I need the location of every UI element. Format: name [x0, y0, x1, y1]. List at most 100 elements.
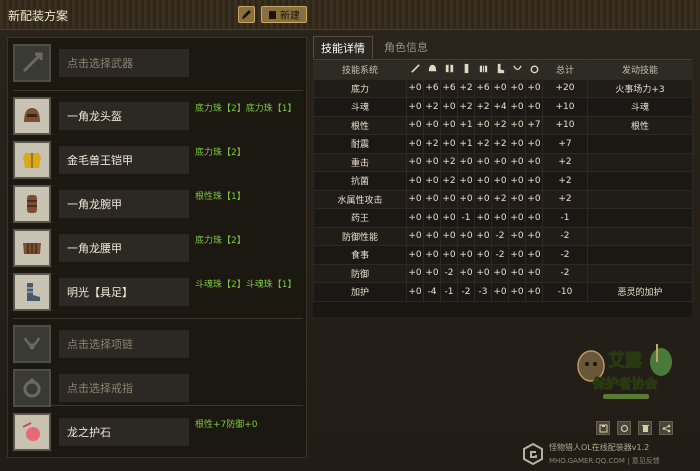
- skill-name-cell: 加护: [313, 282, 407, 302]
- skill-value-cell: +0: [457, 189, 475, 209]
- slot-name[interactable]: 一角龙腕甲: [59, 190, 189, 218]
- skill-table-container: 技能系统 总计 发动技能 底力 +0 +6 +6 +2 +6 +0 +0 +0 +20 火事场力+3 斗魂…: [313, 59, 693, 317]
- skill-value-cell: +0: [491, 208, 509, 228]
- slot-divider: [13, 90, 303, 91]
- slot-name[interactable]: 金毛兽王铠甲: [59, 146, 189, 174]
- save-button[interactable]: [596, 421, 610, 435]
- skill-value-cell: +0: [423, 171, 441, 191]
- skill-name-cell: 重击: [313, 152, 407, 172]
- slot-decorations: 根性珠【1】: [195, 192, 246, 202]
- delete-button[interactable]: [638, 421, 652, 435]
- talisman-icon[interactable]: [13, 413, 51, 451]
- column-header-slot: [423, 60, 441, 80]
- equipment-slot[interactable]: 一角龙腰甲 底力珠【2】: [13, 229, 303, 267]
- waist-armor-icon: [479, 65, 487, 72]
- skill-value-cell: +0: [440, 189, 458, 209]
- greaves-icon[interactable]: [13, 273, 51, 311]
- skill-value-cell: +0: [525, 245, 543, 265]
- gauntlet-icon: [464, 63, 468, 73]
- skill-value-cell: +6: [423, 78, 441, 98]
- footer-link[interactable]: MHO.GAMER.QQ.COM | 意见反馈: [549, 456, 660, 466]
- refresh-button[interactable]: [617, 421, 631, 435]
- table-row: 食事 +0 +0 +0 +0 +0 -2 +0 +0 -2: [313, 245, 693, 265]
- active-skill-cell: [587, 189, 693, 209]
- slot-name[interactable]: 点击选择戒指: [59, 374, 189, 402]
- greaves-icon: [497, 63, 504, 73]
- column-header-slot: [525, 60, 543, 80]
- equipment-slot[interactable]: 明光【具足】 斗魂珠【2】斗魂珠【1】: [13, 273, 303, 311]
- weapon-icon[interactable]: [13, 44, 51, 82]
- logo-line2: 保护者协会: [591, 376, 658, 392]
- skill-value-cell: +0: [406, 97, 424, 117]
- slot-name[interactable]: 一角龙头盔: [59, 102, 189, 130]
- slot-name[interactable]: 点击选择武器: [59, 49, 189, 77]
- column-header-slot: [440, 60, 458, 80]
- skill-value-cell: +0: [508, 134, 526, 154]
- helmet-icon: [428, 64, 436, 71]
- equipment-slot[interactable]: 点击选择戒指: [13, 369, 303, 407]
- skill-name-cell: 食事: [313, 245, 407, 265]
- helmet-icon[interactable]: [13, 97, 51, 135]
- skill-total-cell: +20: [542, 78, 588, 98]
- equipment-slot[interactable]: 点击选择武器: [13, 44, 303, 82]
- skill-value-cell: +0: [474, 208, 492, 228]
- table-row: 抗菌 +0 +0 +2 +0 +0 +0 +0 +0 +2: [313, 171, 693, 191]
- skill-value-cell: +0: [525, 189, 543, 209]
- table-row: 防御性能 +0 +0 +0 +0 +0 -2 +0 +0 -2: [313, 226, 693, 246]
- chest-armor-icon: [445, 64, 453, 72]
- skill-value-cell: +0: [406, 189, 424, 209]
- skill-value-cell: +0: [440, 208, 458, 228]
- column-header-slot: [406, 60, 424, 80]
- skill-value-cell: +2: [491, 115, 509, 135]
- skill-name-cell: 斗魂: [313, 97, 407, 117]
- skill-value-cell: +0: [508, 115, 526, 135]
- slot-divider: [13, 318, 303, 319]
- equipment-slot[interactable]: 一角龙腕甲 根性珠【1】: [13, 185, 303, 223]
- equipment-slot[interactable]: 点击选择项链: [13, 325, 303, 363]
- necklace-icon[interactable]: [13, 325, 51, 363]
- skill-value-cell: +0: [508, 208, 526, 228]
- slot-name[interactable]: 龙之护石: [59, 418, 189, 446]
- slot-name[interactable]: 明光【具足】: [59, 278, 189, 306]
- footer-title: 怪物猎人OL在线配装器v1.2: [549, 443, 650, 452]
- skill-value-cell: +0: [525, 152, 543, 172]
- skill-value-cell: +2: [423, 134, 441, 154]
- skill-value-cell: +0: [508, 263, 526, 283]
- table-row: 斗魂 +0 +2 +0 +2 +2 +4 +0 +0 +10 斗魂: [313, 97, 693, 117]
- new-button[interactable]: 新建: [261, 6, 307, 23]
- active-skill-cell: [587, 152, 693, 172]
- skill-value-cell: +0: [423, 189, 441, 209]
- tab-skill-details[interactable]: 技能详情: [313, 36, 373, 58]
- table-row: 底力 +0 +6 +6 +2 +6 +0 +0 +0 +20 火事场力+3: [313, 78, 693, 98]
- skill-value-cell: +0: [440, 226, 458, 246]
- active-skill-cell: [587, 263, 693, 283]
- active-skill-cell: 斗魂: [587, 97, 693, 117]
- tab-character-info[interactable]: 角色信息: [377, 36, 435, 58]
- ring-icon[interactable]: [13, 369, 51, 407]
- waist-armor-icon[interactable]: [13, 229, 51, 267]
- edit-button[interactable]: [238, 6, 255, 23]
- share-button[interactable]: [659, 421, 673, 435]
- skill-value-cell: +0: [525, 226, 543, 246]
- skill-value-cell: +0: [525, 171, 543, 191]
- app-window: 新配装方案 新建 点击选择武器 一角龙头盔 底力珠【2】底力珠【1】 金毛兽王铠甲 底力…: [0, 0, 700, 471]
- refresh-icon: [620, 424, 628, 432]
- ring-icon: [530, 65, 538, 74]
- skill-name-cell: 根性: [313, 115, 407, 135]
- skill-value-cell: +2: [440, 152, 458, 172]
- skill-value-cell: +0: [406, 78, 424, 98]
- slot-name[interactable]: 一角龙腰甲: [59, 234, 189, 262]
- skill-value-cell: +0: [406, 226, 424, 246]
- slot-name[interactable]: 点击选择项链: [59, 330, 189, 358]
- equipment-slot[interactable]: 龙之护石 根性+7防御+0: [13, 413, 303, 451]
- equipment-slot[interactable]: 金毛兽王铠甲 底力珠【2】: [13, 141, 303, 179]
- skill-total-cell: +10: [542, 115, 588, 135]
- equipment-slot[interactable]: 一角龙头盔 底力珠【2】底力珠【1】: [13, 97, 303, 135]
- column-header-total: 总计: [542, 60, 588, 80]
- skill-value-cell: +0: [508, 97, 526, 117]
- chest-armor-icon[interactable]: [13, 141, 51, 179]
- gauntlet-icon[interactable]: [13, 185, 51, 223]
- skill-value-cell: +2: [423, 97, 441, 117]
- slot-decorations: 根性+7防御+0: [195, 420, 258, 430]
- active-skill-cell: [587, 134, 693, 154]
